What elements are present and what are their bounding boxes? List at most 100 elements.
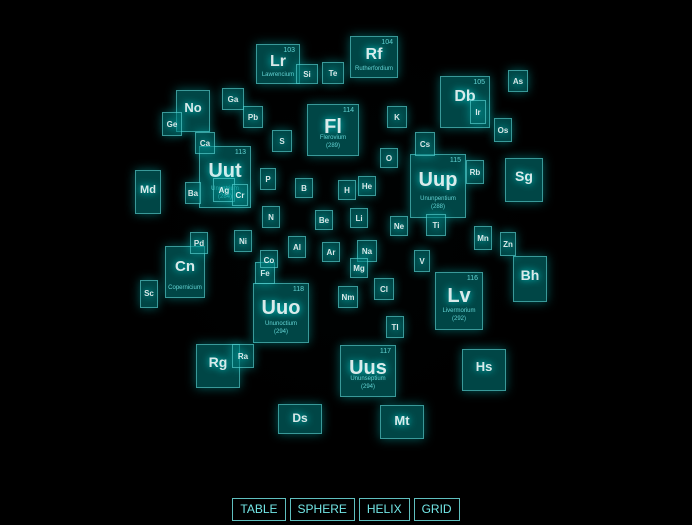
periodic-sphere-scene: 114FlFlerovium(289)113UutUnuntrium(284)1…	[0, 0, 692, 525]
element-symbol: Os	[497, 125, 509, 135]
element-tile-uus[interactable]: 117 Uus Ununseptium (294)	[340, 345, 396, 397]
element-symbol: Nm	[341, 293, 355, 302]
element-tile-rf[interactable]: 104 Rf Rutherfordium	[350, 36, 398, 78]
element-symbol: He	[361, 182, 373, 192]
element-tile-be[interactable]: Be	[315, 210, 333, 230]
element-tile-mg[interactable]: Mg	[350, 258, 368, 278]
element-tile-lr[interactable]: 103 Lr Lawrencium	[256, 44, 300, 84]
element-name: Lawrencium	[261, 72, 295, 79]
element-symbol: Rb	[469, 167, 481, 177]
element-symbol: Cr	[235, 191, 245, 200]
element-tile-mt[interactable]: Mt	[380, 405, 424, 439]
element-tile-zn[interactable]: Zn	[500, 232, 516, 256]
element-tile-hs[interactable]: Hs	[462, 349, 506, 391]
element-symbol: Pd	[193, 239, 205, 248]
element-tile-fl[interactable]: 114 Fl Flerovium (289)	[307, 104, 359, 156]
element-tile-v[interactable]: V	[414, 250, 430, 272]
element-tile-nm[interactable]: Nm	[338, 286, 358, 308]
grid-button[interactable]: GRID	[413, 498, 460, 521]
element-symbol: K	[394, 113, 400, 122]
element-number: 114	[342, 107, 354, 114]
element-tile-ge[interactable]: Ge	[162, 112, 182, 136]
element-name: Livermorium	[442, 308, 476, 315]
table-button[interactable]: TABLE	[232, 498, 286, 521]
element-symbol: Ir	[475, 107, 481, 117]
element-tile-he[interactable]: He	[358, 176, 376, 196]
element-number: 117	[379, 348, 391, 355]
element-details: Livermorium (292)	[436, 307, 482, 323]
element-symbol: Mt	[394, 413, 410, 429]
element-tile-cl[interactable]: Cl	[374, 278, 394, 300]
element-tile-co[interactable]: Co	[260, 250, 278, 268]
element-mass: (294)	[360, 384, 375, 390]
element-symbol: Mg	[353, 264, 365, 274]
element-details: Ununseptium (294)	[341, 375, 395, 391]
element-tile-ba[interactable]: Ba	[185, 182, 201, 204]
element-symbol: Zn	[503, 239, 513, 249]
element-tile-s[interactable]: S	[272, 130, 292, 152]
element-tile-n[interactable]: N	[262, 206, 280, 228]
element-tile-pd[interactable]: Pd	[190, 232, 208, 254]
element-tile-ni[interactable]: Ni	[234, 230, 252, 252]
element-symbol: Sc	[144, 288, 154, 298]
element-tile-h[interactable]: H	[338, 180, 356, 200]
element-tile-li[interactable]: Li	[350, 208, 368, 228]
element-tile-mn[interactable]: Mn	[474, 226, 492, 250]
element-symbol: B	[301, 184, 307, 194]
element-tile-ti[interactable]: Ti	[426, 214, 446, 236]
element-mass: (292)	[451, 316, 466, 323]
element-tile-cr[interactable]: Cr	[232, 184, 248, 206]
element-symbol: Ge	[166, 119, 178, 129]
element-tile-ca[interactable]: Ca	[195, 132, 215, 154]
element-tile-b[interactable]: B	[295, 178, 313, 198]
element-symbol: Ra	[237, 351, 249, 361]
element-name: Copernicium	[168, 285, 202, 291]
element-symbol: Tl	[391, 323, 399, 332]
element-tile-sg[interactable]: Sg	[505, 158, 543, 202]
element-tile-uuo[interactable]: 118 Uuo Ununoctium (294)	[253, 283, 309, 343]
element-tile-ar[interactable]: Ar	[322, 242, 340, 262]
element-tile-lv[interactable]: 116 Lv Livermorium (292)	[435, 272, 483, 330]
element-tile-al[interactable]: Al	[288, 236, 306, 258]
element-tile-uup[interactable]: 115 Uup Ununpentium (288)	[410, 154, 466, 218]
element-tile-sc[interactable]: Sc	[140, 280, 158, 308]
element-tile-md[interactable]: Md	[135, 170, 161, 214]
element-tile-k[interactable]: K	[387, 106, 407, 128]
element-tile-p[interactable]: P	[260, 168, 276, 190]
element-number: 105	[473, 79, 485, 86]
element-tile-tl[interactable]: Tl	[386, 316, 404, 338]
element-tile-rb[interactable]: Rb	[466, 160, 484, 184]
element-tile-os[interactable]: Os	[494, 118, 512, 142]
element-tile-o[interactable]: O	[380, 148, 398, 168]
element-tile-cs[interactable]: Cs	[415, 132, 435, 156]
element-tile-pb[interactable]: Pb	[243, 106, 263, 128]
element-tile-ra[interactable]: Ra	[232, 344, 254, 368]
element-name: Ununseptium	[350, 376, 386, 382]
element-symbol: Ar	[326, 248, 336, 258]
element-number: 115	[449, 157, 461, 164]
view-menu: TABLE SPHERE HELIX GRID	[0, 498, 692, 521]
element-symbol: Cs	[419, 139, 431, 149]
element-symbol: Te	[328, 69, 338, 78]
element-symbol: Cl	[380, 285, 388, 294]
element-tile-as[interactable]: As	[508, 70, 528, 92]
element-symbol: P	[265, 175, 271, 184]
element-symbol: Mn	[477, 233, 489, 243]
element-symbol: Cn	[175, 258, 195, 275]
element-tile-bh[interactable]: Bh	[513, 256, 547, 302]
helix-button[interactable]: HELIX	[358, 498, 410, 521]
sphere-button[interactable]: SPHERE	[289, 498, 355, 521]
element-mass: (288)	[430, 203, 445, 210]
element-tile-si[interactable]: Si	[296, 64, 318, 84]
element-tile-ds[interactable]: Ds	[278, 404, 322, 434]
element-symbol: Ti	[432, 221, 440, 230]
element-name: Ununoctium	[264, 321, 297, 328]
element-symbol: O	[385, 154, 393, 164]
element-tile-ir[interactable]: Ir	[470, 100, 486, 124]
element-tile-te[interactable]: Te	[322, 62, 344, 84]
element-tile-ga[interactable]: Ga	[222, 88, 244, 110]
element-symbol: Sg	[515, 168, 533, 185]
element-details: Ununoctium (294)	[254, 320, 308, 336]
element-name: Rutherfordium	[354, 66, 393, 72]
element-tile-ne[interactable]: Ne	[390, 216, 408, 236]
